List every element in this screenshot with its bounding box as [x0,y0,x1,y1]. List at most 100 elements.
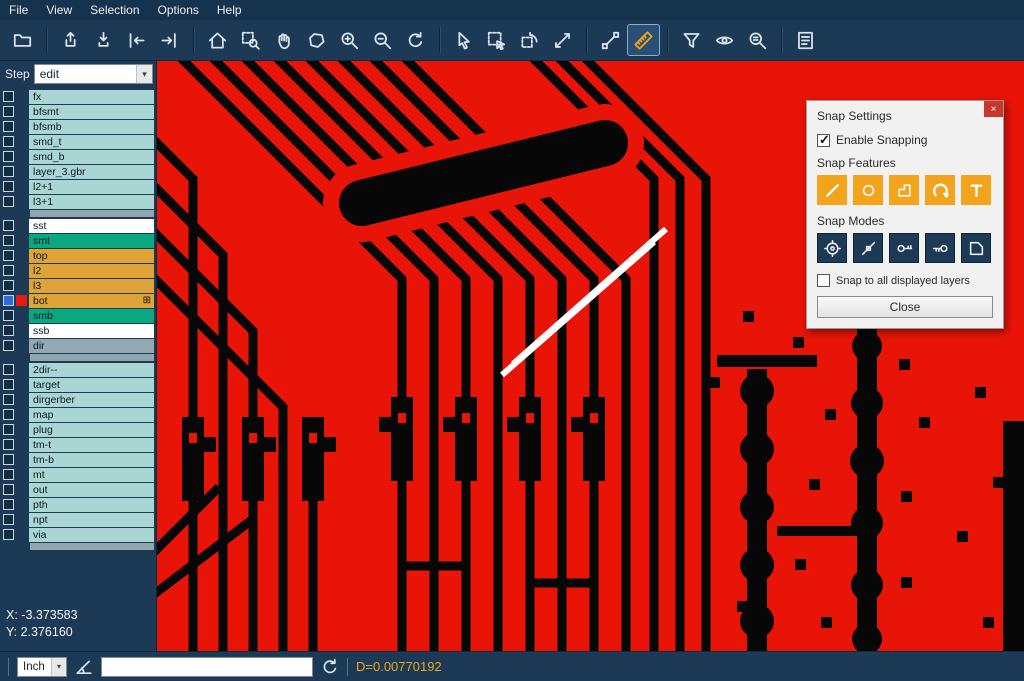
layer-label[interactable]: dirgerber [29,393,154,407]
layer-label[interactable]: top [29,249,154,263]
zoom-polygon-icon[interactable] [301,25,332,55]
menu-item-selection[interactable]: Selection [81,3,148,17]
layer-label[interactable]: plug [29,423,154,437]
import-down-icon[interactable] [88,25,119,55]
layer-label[interactable]: pth [29,498,154,512]
layer-visibility-checkbox[interactable] [3,514,14,525]
layer-visibility-checkbox[interactable] [3,364,14,375]
layer-label[interactable]: via [29,528,154,542]
chevron-down-icon[interactable]: ▾ [51,658,66,676]
layer-label[interactable]: smd_b [29,150,154,164]
layer-visibility-checkbox[interactable] [3,325,14,336]
snap-slot-horizontal-icon[interactable] [925,233,955,263]
zoom-out-icon[interactable] [367,25,398,55]
arrow-out-right-icon[interactable] [154,25,185,55]
layer-visibility-checkbox[interactable] [3,265,14,276]
layer-visibility-checkbox[interactable] [3,121,14,132]
menu-item-file[interactable]: File [0,3,37,17]
layer-label[interactable]: smt [29,234,154,248]
step-dropdown[interactable]: edit ▾ [34,64,153,84]
snap-center-icon[interactable] [817,233,847,263]
layer-visibility-checkbox[interactable] [3,484,14,495]
menu-item-help[interactable]: Help [208,3,251,17]
layer-active-indicator[interactable] [16,484,27,495]
layer-active-indicator[interactable] [16,514,27,525]
select-area-icon[interactable] [481,25,512,55]
layer-label[interactable]: target [29,378,154,392]
arrow-in-left-icon[interactable] [121,25,152,55]
layer-active-indicator[interactable] [16,166,27,177]
layer-label[interactable]: l2+1 [29,180,154,194]
layer-visibility-checkbox[interactable] [3,454,14,465]
eye-icon[interactable] [709,25,740,55]
layer-visibility-checkbox[interactable] [3,166,14,177]
layer-active-indicator[interactable] [16,265,27,276]
layer-active-indicator[interactable] [16,394,27,405]
layer-visibility-checkbox[interactable] [3,235,14,246]
snap-point-on-line-icon[interactable] [853,233,883,263]
layer-visibility-checkbox[interactable] [3,394,14,405]
select-transform-icon[interactable] [514,25,545,55]
layer-active-indicator[interactable] [16,181,27,192]
layer-active-indicator[interactable] [16,121,27,132]
layer-label[interactable]: tm-t [29,438,154,452]
layer-visibility-checkbox[interactable] [3,196,14,207]
enable-snapping-checkbox[interactable] [817,134,830,147]
snap-pad-icon[interactable] [853,175,883,205]
zoom-reset-icon[interactable] [400,25,431,55]
layer-visibility-checkbox[interactable] [3,499,14,510]
enable-snapping-row[interactable]: Enable Snapping [817,133,993,147]
layer-label[interactable]: l3+1 [29,195,154,209]
layer-label[interactable]: bfsmb [29,120,154,134]
layer-visibility-checkbox[interactable] [3,181,14,192]
layer-active-indicator[interactable] [16,106,27,117]
open-folder-icon[interactable] [7,25,38,55]
snap-contour-icon[interactable] [961,233,991,263]
layer-label[interactable]: mt [29,468,154,482]
layer-active-indicator[interactable] [16,280,27,291]
menu-item-options[interactable]: Options [149,3,208,17]
filter-icon[interactable] [676,25,707,55]
chevron-down-icon[interactable]: ▾ [136,65,152,83]
zoom-in-icon[interactable] [334,25,365,55]
layer-visibility-checkbox[interactable] [3,295,14,306]
layer-visibility-checkbox[interactable] [3,250,14,261]
snap-line-icon[interactable] [817,175,847,205]
layer-visibility-checkbox[interactable] [3,280,14,291]
layer-visibility-checkbox[interactable] [3,136,14,147]
snap-slot-icon[interactable] [889,233,919,263]
layer-label[interactable]: npt [29,513,154,527]
layer-label[interactable]: smd_t [29,135,154,149]
snap-arc-icon[interactable] [925,175,955,205]
layer-visibility-checkbox[interactable] [3,529,14,540]
layer-label[interactable]: ssb [29,324,154,338]
layer-active-indicator[interactable] [16,91,27,102]
refresh-icon[interactable] [321,658,339,676]
menu-item-view[interactable]: View [37,3,81,17]
layer-active-indicator[interactable] [16,151,27,162]
layer-active-indicator[interactable] [16,325,27,336]
layer-active-indicator[interactable] [16,529,27,540]
layer-active-indicator[interactable] [16,310,27,321]
layer-visibility-checkbox[interactable] [3,106,14,117]
pan-hand-icon[interactable] [268,25,299,55]
command-input[interactable] [101,657,313,677]
layer-active-indicator[interactable] [16,499,27,510]
layer-label[interactable]: layer_3.gbr [29,165,154,179]
layer-active-indicator[interactable] [16,364,27,375]
layer-active-indicator[interactable] [16,424,27,435]
ruler-icon[interactable] [628,25,659,55]
snap-corner-icon[interactable] [889,175,919,205]
report-list-icon[interactable] [790,25,821,55]
layer-label[interactable]: out [29,483,154,497]
layer-label[interactable]: map [29,408,154,422]
layer-label[interactable]: dir [29,339,154,353]
layer-label[interactable]: bfsmt [29,105,154,119]
close-dialog-button[interactable]: Close [817,296,993,318]
layer-active-indicator[interactable] [16,439,27,450]
measure-diagonal-icon[interactable] [547,25,578,55]
snap-all-layers-row[interactable]: Snap to all displayed layers [817,274,993,287]
layer-active-indicator[interactable] [16,196,27,207]
layer-label[interactable]: fx [29,90,154,104]
layer-label[interactable]: l2 [29,264,154,278]
